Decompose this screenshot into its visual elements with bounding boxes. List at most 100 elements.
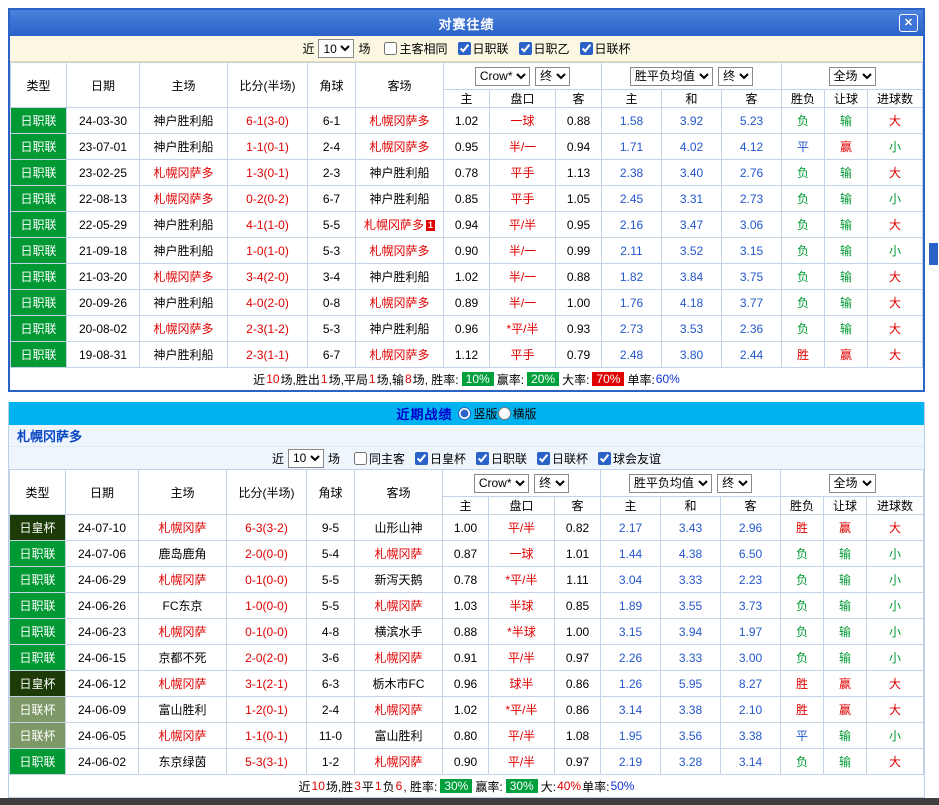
away-team[interactable]: 神户胜利船 <box>356 264 444 290</box>
away-team[interactable]: 札幌冈萨 <box>355 697 443 723</box>
europe-home-odds: 2.11 <box>602 238 662 264</box>
europe-home-odds: 2.19 <box>601 749 661 775</box>
away-team[interactable]: 札幌冈萨多 <box>356 108 444 134</box>
h2h-filter-checkbox[interactable] <box>519 42 532 55</box>
away-team[interactable]: 富山胜利 <box>355 723 443 749</box>
view-mode-radio[interactable] <box>458 407 471 420</box>
away-team[interactable]: 神户胜利船 <box>356 160 444 186</box>
away-team[interactable]: 札幌冈萨多 <box>356 238 444 264</box>
away-team[interactable]: 神户胜利船 <box>356 316 444 342</box>
sub-handicap-header: 盘口 <box>489 497 555 515</box>
match-row: 日职联20-08-02札幌冈萨多2-3(1-2)5-3神户胜利船0.96*平/半… <box>11 316 923 342</box>
europe-stage-select[interactable]: 终 <box>718 67 753 86</box>
handicap-home-odds: 0.89 <box>444 290 490 316</box>
home-team[interactable]: 神户胜利船 <box>140 108 228 134</box>
recent-filter-option[interactable]: 球会友谊 <box>598 450 661 467</box>
handicap-away-odds: 0.86 <box>555 697 601 723</box>
recent-filter-option[interactable]: 同主客 <box>354 450 405 467</box>
odds-company-select[interactable]: Crow* <box>475 67 530 86</box>
final-score: 4-1(1-0) <box>228 212 308 238</box>
h2h-filter-option[interactable]: 日职乙 <box>519 40 570 57</box>
home-team[interactable]: 札幌冈萨 <box>139 515 227 541</box>
home-team[interactable]: 神户胜利船 <box>140 212 228 238</box>
home-team[interactable]: 札幌冈萨多 <box>140 264 228 290</box>
home-team[interactable]: FC东京 <box>139 593 227 619</box>
home-team[interactable]: 东京绿茵 <box>139 749 227 775</box>
home-team[interactable]: 札幌冈萨 <box>139 619 227 645</box>
away-team[interactable]: 栃木市FC <box>355 671 443 697</box>
handicap-away-odds: 0.86 <box>555 671 601 697</box>
away-team[interactable]: 札幌冈萨多1 <box>356 212 444 238</box>
scrollbar-thumb[interactable] <box>929 243 938 265</box>
result-wdl: 胜 <box>782 342 825 368</box>
home-team[interactable]: 札幌冈萨多 <box>140 316 228 342</box>
recent-filter-checkbox[interactable] <box>415 452 428 465</box>
recent-filter-checkbox[interactable] <box>598 452 611 465</box>
h2h-filter-option[interactable]: 日联杯 <box>580 40 631 57</box>
view-mode-option[interactable]: 竖版 <box>458 405 497 422</box>
handicap-home-odds: 0.88 <box>443 619 489 645</box>
home-team[interactable]: 富山胜利 <box>139 697 227 723</box>
h2h-filter-checkbox[interactable] <box>458 42 471 55</box>
home-team[interactable]: 札幌冈萨 <box>139 723 227 749</box>
h2h-league-filters: 主客相同日职联日职乙日联杯 <box>384 40 630 57</box>
odds-stage-select[interactable]: 终 <box>534 474 569 493</box>
match-date: 24-06-09 <box>66 697 139 723</box>
scope-select[interactable]: 全场 <box>829 67 876 86</box>
league-type-badge: 日职联 <box>10 593 66 619</box>
away-team[interactable]: 新泻天鹅 <box>355 567 443 593</box>
match-date: 24-03-30 <box>67 108 140 134</box>
home-team[interactable]: 神户胜利船 <box>140 238 228 264</box>
match-date: 24-06-26 <box>66 593 139 619</box>
result-handicap: 赢 <box>825 342 868 368</box>
h2h-filter-option[interactable]: 主客相同 <box>384 40 447 57</box>
result-handicap: 赢 <box>824 697 867 723</box>
close-button[interactable]: ✕ <box>899 14 918 32</box>
away-team[interactable]: 山形山神 <box>355 515 443 541</box>
odds-company-select[interactable]: Crow* <box>474 474 529 493</box>
corner-score: 6-7 <box>308 342 356 368</box>
home-team[interactable]: 京都不死 <box>139 645 227 671</box>
recent-filter-checkbox[interactable] <box>476 452 489 465</box>
recent-match-count-select[interactable]: 10 <box>288 449 324 468</box>
away-team[interactable]: 札幌冈萨 <box>355 749 443 775</box>
home-team[interactable]: 神户胜利船 <box>140 290 228 316</box>
view-mode-option[interactable]: 横版 <box>498 405 537 422</box>
recent-filter-option[interactable]: 日皇杯 <box>415 450 466 467</box>
home-team[interactable]: 札幌冈萨 <box>139 671 227 697</box>
home-team[interactable]: 鹿岛鹿角 <box>139 541 227 567</box>
home-team[interactable]: 神户胜利船 <box>140 134 228 160</box>
col-date-header: 日期 <box>67 63 140 108</box>
home-team[interactable]: 札幌冈萨多 <box>140 186 228 212</box>
h2h-filter-checkbox[interactable] <box>580 42 593 55</box>
away-team[interactable]: 札幌冈萨多 <box>356 290 444 316</box>
recent-filter-checkbox[interactable] <box>537 452 550 465</box>
result-handicap: 输 <box>825 160 868 186</box>
away-team[interactable]: 神户胜利船 <box>356 186 444 212</box>
home-team[interactable]: 神户胜利船 <box>140 342 228 368</box>
h2h-filter-checkbox[interactable] <box>384 42 397 55</box>
away-team[interactable]: 横滨水手 <box>355 619 443 645</box>
col-date-header: 日期 <box>66 470 139 515</box>
away-team[interactable]: 札幌冈萨 <box>355 541 443 567</box>
away-team[interactable]: 札幌冈萨多 <box>356 134 444 160</box>
recent-filter-checkbox[interactable] <box>354 452 367 465</box>
h2h-match-count-select[interactable]: 10 <box>318 39 354 58</box>
handicap-away-odds: 0.82 <box>555 515 601 541</box>
home-team[interactable]: 札幌冈萨 <box>139 567 227 593</box>
recent-filter-option[interactable]: 日联杯 <box>537 450 588 467</box>
home-team[interactable]: 札幌冈萨多 <box>140 160 228 186</box>
away-team[interactable]: 札幌冈萨 <box>355 645 443 671</box>
away-team[interactable]: 札幌冈萨多 <box>356 342 444 368</box>
europe-away-odds: 3.00 <box>721 645 781 671</box>
recent-filter-option[interactable]: 日职联 <box>476 450 527 467</box>
scope-select[interactable]: 全场 <box>829 474 876 493</box>
view-mode-radio[interactable] <box>498 407 511 420</box>
h2h-filter-option[interactable]: 日职联 <box>458 40 509 57</box>
away-team[interactable]: 札幌冈萨 <box>355 593 443 619</box>
odds-stage-select[interactable]: 终 <box>535 67 570 86</box>
europe-company-select[interactable]: 胜平负均值 <box>630 67 713 86</box>
league-type-badge: 日皇杯 <box>10 515 66 541</box>
europe-company-select[interactable]: 胜平负均值 <box>629 474 712 493</box>
europe-stage-select[interactable]: 终 <box>717 474 752 493</box>
